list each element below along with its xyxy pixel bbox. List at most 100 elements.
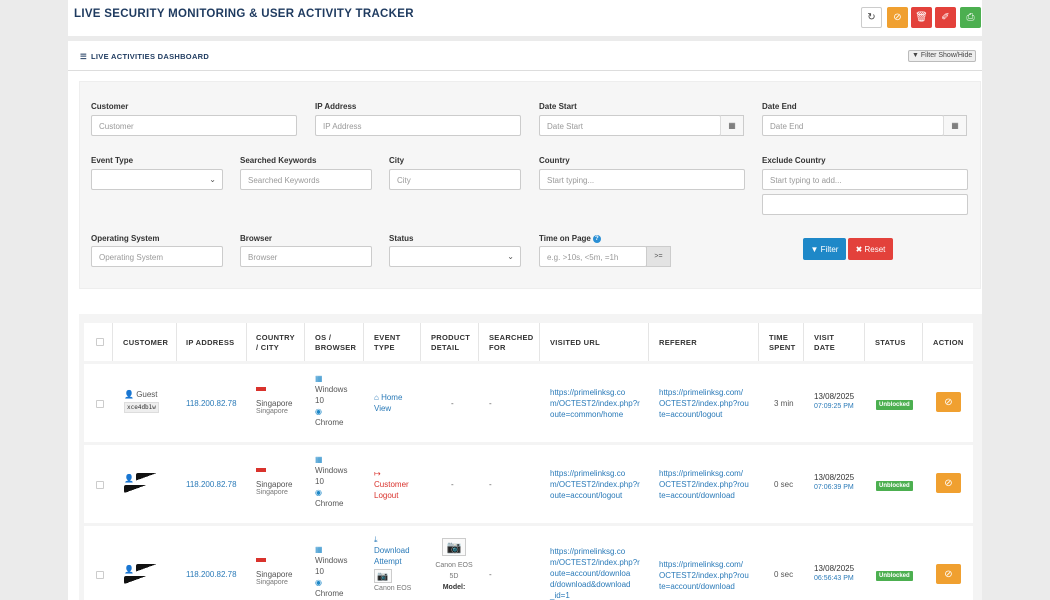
date-end-label: Date End <box>762 102 797 111</box>
select-all-checkbox[interactable] <box>96 338 104 346</box>
table-header: CUSTOMER IP ADDRESS COUNTRY / CITY OS / BR… <box>84 323 973 361</box>
chevron-down-icon: ⌄ <box>209 175 216 184</box>
exclude-country-tags[interactable] <box>762 194 968 215</box>
referer-line: OCTEST2/index.php?rou <box>659 399 749 408</box>
customer-cell: 👤 <box>124 473 167 495</box>
col-searched[interactable]: SEARCHED FOR <box>489 333 534 353</box>
col-action[interactable]: ACTION <box>933 338 964 348</box>
divider <box>176 323 177 361</box>
filter-button[interactable]: ▼ Filter <box>803 238 846 260</box>
page: LIVE SECURITY MONITORING & USER ACTIVITY… <box>68 0 982 600</box>
export-button[interactable]: ⎙ <box>960 7 981 28</box>
divider <box>478 323 479 361</box>
referer-link[interactable]: https://primelinksg.com/OCTEST2/index.ph… <box>659 468 749 501</box>
city: Singapore <box>256 489 288 496</box>
ip-link[interactable]: 118.200.82.78 <box>186 399 237 408</box>
block-user-button[interactable]: ⊘ <box>936 392 961 412</box>
camera-icon: 📷 <box>374 569 392 583</box>
country-input[interactable]: Start typing... <box>539 169 745 190</box>
col-url[interactable]: VISITED URL <box>550 338 600 348</box>
os-input[interactable]: Operating System <box>91 246 223 267</box>
date-start-input[interactable]: Date Start <box>539 115 721 136</box>
col-event[interactable]: EVENT TYPE <box>374 333 401 353</box>
col-time[interactable]: TIME SPENT <box>769 333 796 353</box>
browser-input[interactable]: Browser <box>240 246 372 267</box>
help-icon[interactable]: ? <box>592 234 601 243</box>
customer-input[interactable]: Customer <box>91 115 297 136</box>
filter-toggle-button[interactable]: ▼ Filter Show/Hide <box>908 50 977 62</box>
event-line1: Customer <box>374 480 409 489</box>
keywords-input[interactable]: Searched Keywords <box>240 169 372 190</box>
reset-button[interactable]: ✖ Reset <box>848 238 893 260</box>
city-input[interactable]: City <box>389 169 521 190</box>
event-cell[interactable]: ↦ Customer Logout <box>374 468 409 501</box>
visit-date: 13/08/2025 <box>814 564 855 573</box>
event-line1: Download <box>374 546 410 555</box>
comparator-addon: >= <box>646 246 671 267</box>
col-os[interactable]: OS / BROWSER <box>315 333 356 353</box>
time-on-page-input[interactable]: e.g. >10s, <5m, =1h <box>539 246 647 267</box>
divider <box>363 323 364 361</box>
table-row: 👤 118.200.82.78 Singapore Singapore ▦ Wind… <box>84 445 973 523</box>
logout-icon: ↦ <box>374 469 381 478</box>
browser-label: Browser <box>240 234 273 243</box>
row-checkbox[interactable] <box>96 400 104 408</box>
trash-icon: 🗑 <box>915 12 928 23</box>
col-product-line1: PRODUCT <box>431 333 471 342</box>
ban-icon: ⊘ <box>944 477 953 489</box>
calendar-icon[interactable]: ▦ <box>943 115 967 136</box>
status-cell: Unblocked <box>876 480 913 491</box>
top-bar: LIVE SECURITY MONITORING & USER ACTIVITY… <box>68 0 982 36</box>
status-cell: Unblocked <box>876 399 913 410</box>
referer-link[interactable]: https://primelinksg.com/OCTEST2/index.ph… <box>659 387 749 420</box>
download-icon: ⤓ <box>374 535 378 544</box>
block-user-button[interactable]: ⊘ <box>936 473 961 493</box>
col-searched-line1: SEARCHED <box>489 333 534 342</box>
divider <box>420 323 421 361</box>
clear-button[interactable]: ✐ <box>935 7 956 28</box>
event-cell[interactable]: ⤓ Download Attempt 📷 Canon EOS <box>374 534 411 594</box>
exclude-country-input[interactable]: Start typing to add... <box>762 169 968 190</box>
refresh-button[interactable]: ↻ <box>861 7 882 28</box>
searched-cell: - <box>489 399 492 408</box>
ip-input[interactable]: IP Address <box>315 115 521 136</box>
col-date[interactable]: VISIT DATE <box>814 333 835 353</box>
referer-line: OCTEST2/index.php?rou <box>659 571 749 580</box>
product-cell: - <box>451 399 454 408</box>
col-status[interactable]: STATUS <box>875 338 906 348</box>
col-ip[interactable]: IP ADDRESS <box>186 338 234 348</box>
divider <box>304 323 305 361</box>
browser-name: Chrome <box>315 418 344 427</box>
exclude-country-label: Exclude Country <box>762 156 826 165</box>
visited-url-link[interactable]: https://primelinksg.co m/OCTEST2/index.ph… <box>550 546 640 600</box>
col-customer[interactable]: CUSTOMER <box>123 338 168 348</box>
ip-link[interactable]: 118.200.82.78 <box>186 570 237 579</box>
block-user-button[interactable]: ⊘ <box>936 564 961 584</box>
redacted-name <box>136 564 167 572</box>
col-product[interactable]: PRODUCT DETAIL <box>431 333 470 353</box>
block-button[interactable]: ⊘ <box>887 7 908 28</box>
referer-link[interactable]: https://primelinksg.com/OCTEST2/index.ph… <box>659 559 749 592</box>
col-referer[interactable]: REFERER <box>659 338 697 348</box>
row-checkbox[interactable] <box>96 571 104 579</box>
visit-date-cell: 13/08/2025 07:06:39 PM <box>814 473 854 491</box>
date-end-input[interactable]: Date End <box>762 115 944 136</box>
time-on-page-label-text: Time on Page <box>539 234 591 243</box>
event-type-select[interactable]: ⌄ <box>91 169 223 190</box>
col-country[interactable]: COUNTRY / CITY <box>256 333 295 353</box>
visited-url-link[interactable]: https://primelinksg.co m/OCTEST2/index.ph… <box>550 468 640 501</box>
country: Singapore <box>256 570 293 579</box>
ip-link[interactable]: 118.200.82.78 <box>186 480 237 489</box>
event-cell[interactable]: ⌂ Home View <box>374 392 402 414</box>
browser-name: Chrome <box>315 589 344 598</box>
row-checkbox[interactable] <box>96 481 104 489</box>
delete-button[interactable]: 🗑 <box>911 7 932 28</box>
status-select[interactable]: ⌄ <box>389 246 521 267</box>
table-row: 👤 118.200.82.78 Singapore Singapore ▦ Wind… <box>84 526 973 600</box>
event-line1: Home <box>381 393 403 402</box>
excel-icon: ⎙ <box>966 12 975 23</box>
status-label: Status <box>389 234 414 243</box>
col-os-line1: OS / <box>315 333 332 342</box>
visited-url-link[interactable]: https://primelinksg.co m/OCTEST2/index.ph… <box>550 387 640 420</box>
calendar-icon[interactable]: ▦ <box>720 115 744 136</box>
